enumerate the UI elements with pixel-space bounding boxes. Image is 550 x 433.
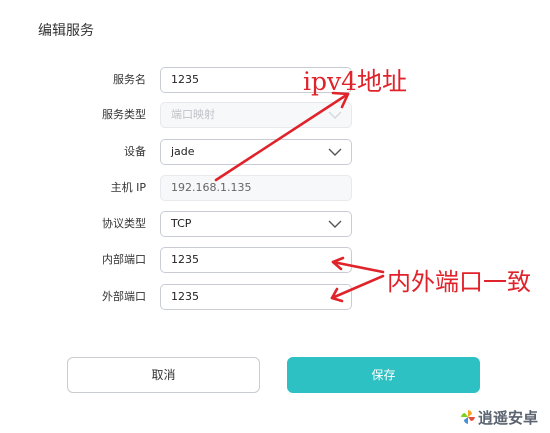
- chevron-down-icon: [328, 220, 342, 228]
- internal-port-input[interactable]: 1235: [160, 247, 352, 273]
- device-label: 设备: [124, 145, 146, 158]
- device-value: jade: [171, 145, 195, 158]
- service-name-label: 服务名: [113, 73, 146, 86]
- protocol-label: 协议类型: [102, 217, 146, 230]
- protocol-value: TCP: [171, 217, 192, 230]
- external-port-label: 外部端口: [102, 290, 146, 303]
- watermark: 逍遥安卓: [460, 407, 538, 428]
- pinwheel-logo-icon: [461, 410, 475, 424]
- internal-port-label: 内部端口: [102, 253, 146, 266]
- chevron-down-icon: [328, 111, 342, 119]
- service-name-row: 服务名 1235: [0, 67, 550, 93]
- port-annotation-text: 内外端口一致: [387, 268, 531, 296]
- host-ip-row: 主机 IP 192.168.1.135: [0, 175, 550, 201]
- host-ip-label: 主机 IP: [110, 181, 146, 194]
- watermark-text: 逍遥安卓: [478, 409, 539, 427]
- service-type-value: 端口映射: [171, 108, 215, 121]
- device-row: 设备 jade: [0, 139, 550, 165]
- protocol-row: 协议类型 TCP: [0, 211, 550, 237]
- service-type-select: 端口映射: [160, 102, 352, 128]
- service-type-label: 服务类型: [102, 108, 146, 121]
- dialog-title: 编辑服务: [38, 23, 94, 39]
- external-port-input[interactable]: 1235: [160, 284, 352, 310]
- protocol-select[interactable]: TCP: [160, 211, 352, 237]
- service-type-row: 服务类型 端口映射: [0, 102, 550, 128]
- host-ip-input[interactable]: 192.168.1.135: [160, 175, 352, 201]
- save-button[interactable]: 保存: [287, 357, 480, 393]
- cancel-button[interactable]: 取消: [67, 357, 260, 393]
- device-select[interactable]: jade: [160, 139, 352, 165]
- ip-annotation-text: ipv4地址: [303, 67, 408, 96]
- chevron-down-icon: [328, 148, 342, 156]
